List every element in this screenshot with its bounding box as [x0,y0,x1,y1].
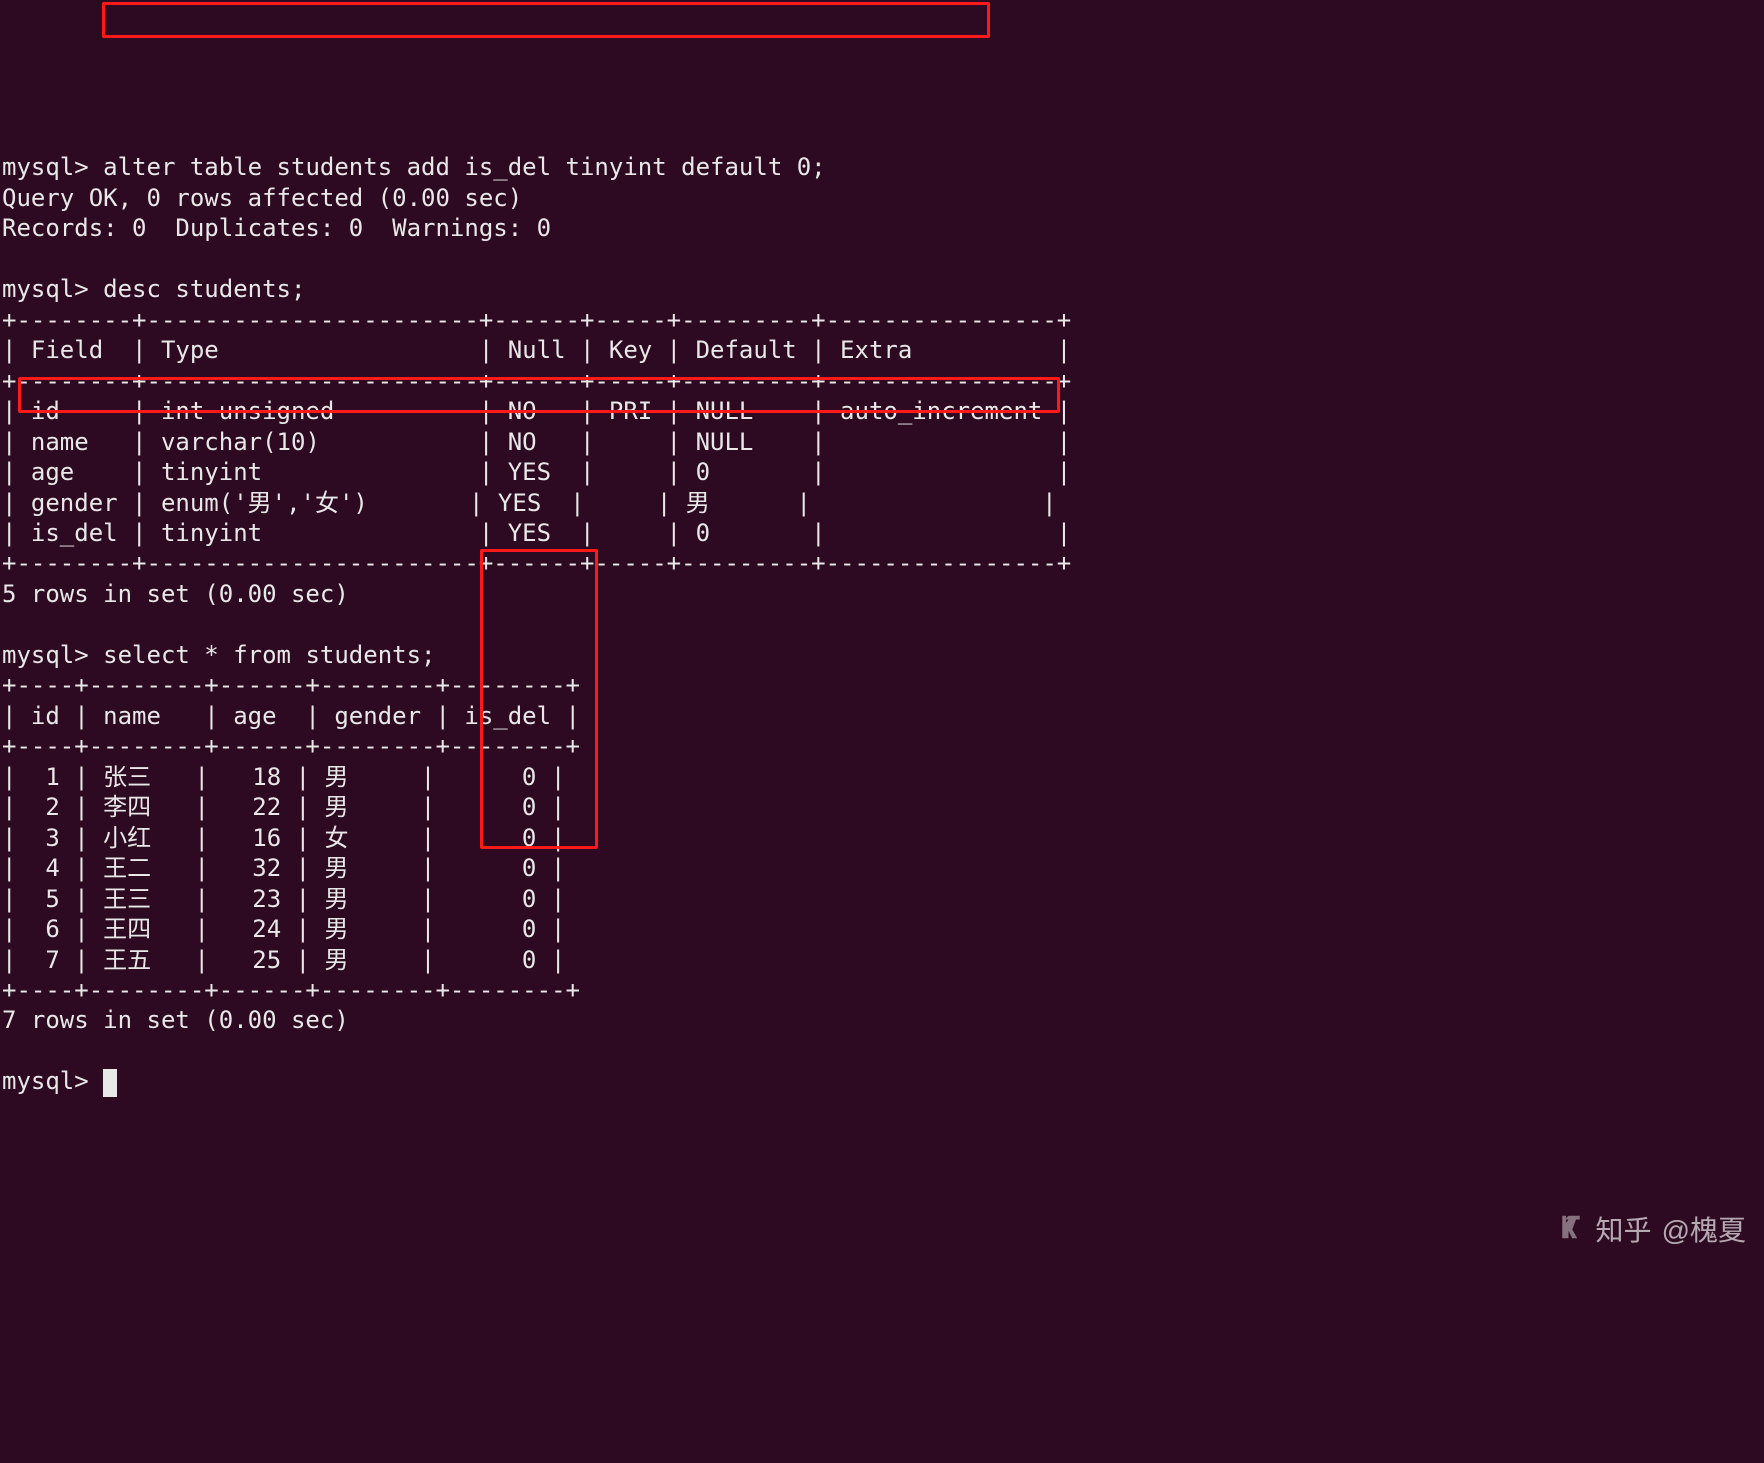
prompt: mysql> [2,1067,103,1095]
sel-header: | id | name | age | gender | is_del | [2,702,580,730]
desc-sep: +--------+-----------------------+------… [2,367,1071,395]
sel-row: | 5 | 王三 | 23 | 男 | 0 | [2,885,565,913]
prompt: mysql> [2,153,103,181]
desc-row: | gender | enum('男','女') | YES | | 男 | | [2,489,1057,517]
sel-row: | 2 | 李四 | 22 | 男 | 0 | [2,793,565,821]
highlight-alter-cmd [102,2,990,38]
zhihu-icon [1524,1176,1585,1286]
cmd-desc: desc students; [103,275,305,303]
watermark: 知乎 @槐夏 [1524,1176,1746,1286]
prompt: mysql> [2,641,103,669]
desc-row: | is_del | tinyint | YES | | 0 | | [2,519,1071,547]
sel-row: | 1 | 张三 | 18 | 男 | 0 | [2,763,565,791]
sel-footer: 7 rows in set (0.00 sec) [2,1006,349,1034]
cursor-icon[interactable] [103,1069,117,1097]
desc-row: | name | varchar(10) | NO | | NULL | | [2,428,1071,456]
sel-sep: +----+--------+------+--------+--------+ [2,732,580,760]
desc-sep: +--------+-----------------------+------… [2,549,1071,577]
desc-header: | Field | Type | Null | Key | Default | … [2,336,1071,364]
sel-row: | 3 | 小红 | 16 | 女 | 0 | [2,824,565,852]
watermark-author: @槐夏 [1662,1213,1746,1249]
desc-row: | id | int unsigned | NO | PRI | NULL | … [2,397,1071,425]
sel-row: | 6 | 王四 | 24 | 男 | 0 | [2,915,565,943]
sel-sep: +----+--------+------+--------+--------+ [2,671,580,699]
cmd-alter: alter table students add is_del tinyint … [103,153,825,181]
sel-row: | 7 | 王五 | 25 | 男 | 0 | [2,946,565,974]
sel-sep: +----+--------+------+--------+--------+ [2,976,580,1004]
result-ok: Query OK, 0 rows affected (0.00 sec) [2,184,522,212]
desc-footer: 5 rows in set (0.00 sec) [2,580,349,608]
cmd-select: select * from students; [103,641,435,669]
terminal-output: mysql> alter table students add is_del t… [0,122,1764,1097]
result-records: Records: 0 Duplicates: 0 Warnings: 0 [2,214,551,242]
desc-sep: +--------+-----------------------+------… [2,306,1071,334]
prompt: mysql> [2,275,103,303]
watermark-brand: 知乎 [1596,1213,1652,1249]
desc-row: | age | tinyint | YES | | 0 | | [2,458,1071,486]
sel-row: | 4 | 王二 | 32 | 男 | 0 | [2,854,565,882]
